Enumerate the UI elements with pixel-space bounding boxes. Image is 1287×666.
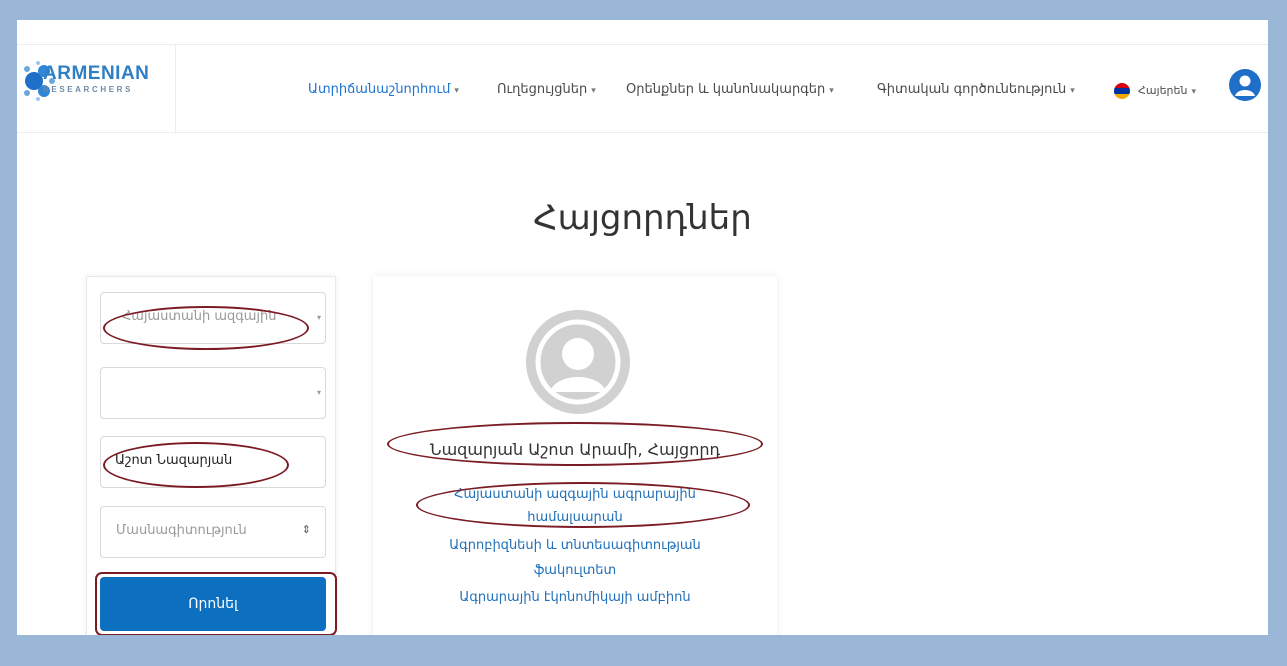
researcher-name[interactable]: Նազարյան Աշոտ Արամի, Հայցորդ (373, 440, 777, 459)
language-selector[interactable]: Հայերեն ▾ (1138, 84, 1196, 97)
search-button[interactable]: Որոնել (100, 577, 326, 631)
name-input-value: Աշոտ Նազարյան (115, 453, 233, 468)
logo-subtext: RESEARCHERS (43, 85, 133, 94)
person-icon (1235, 75, 1255, 96)
nav-item-guides[interactable]: Ուղեցույցներ ▾ (497, 82, 596, 97)
university-select-value: Հայաստանի ազգային (122, 309, 277, 324)
updown-arrows-icon: ⇕ (301, 523, 311, 536)
armenian-flag-icon (1114, 83, 1130, 99)
university-link-cont[interactable]: համալսարան (373, 510, 777, 525)
site-header: ARMENIAN RESEARCHERS Ատրիճանաշնորհում ▾ Ո… (17, 44, 1268, 133)
chevron-down-icon: ▾ (454, 86, 459, 96)
nav-item-accreditation[interactable]: Ատրիճանաշնորհում ▾ (308, 82, 459, 97)
nav-label: Ուղեցույցներ (497, 82, 588, 97)
avatar (526, 310, 630, 414)
chevron-down-icon: ▾ (591, 86, 596, 96)
logo-text: ARMENIAN (43, 63, 150, 84)
nav-item-research[interactable]: Գիտական գործունեություն ▾ (877, 82, 1075, 97)
user-account-icon[interactable] (1229, 69, 1261, 101)
nav-label: Գիտական գործունեություն (877, 82, 1067, 97)
specialty-select[interactable]: Մասնագիտություն ⇕ (100, 506, 326, 558)
person-placeholder-icon (535, 319, 621, 405)
faculty-link-cont[interactable]: ֆակուլտետ (373, 563, 777, 578)
department-link[interactable]: Ագրարային էկոնոմիկայի ամբիոն (373, 590, 777, 605)
dropdown-arrow-icon: ▾ (316, 313, 321, 322)
faculty-select[interactable]: ▾ (100, 367, 326, 419)
dropdown-arrow-icon: ▾ (316, 388, 321, 397)
nav-label: Ատրիճանաշնորհում (308, 82, 451, 97)
specialty-placeholder: Մասնագիտություն (116, 523, 247, 538)
nav-item-laws[interactable]: Օրենքներ և կանոնակարգեր ▾ (626, 82, 834, 97)
language-label: Հայերեն (1138, 84, 1188, 97)
name-search-input[interactable]: Աշոտ Նազարյան (100, 436, 326, 488)
researcher-card: Նազարյան Աշոտ Արամի, Հայցորդ Հայաստանի ա… (373, 276, 777, 635)
university-select[interactable]: Հայաստանի ազգային ▾ (100, 292, 326, 344)
page-title: Հայցորդներ (533, 198, 752, 238)
faculty-link[interactable]: Ագրոբիզնեսի և տնտեսագիտության (373, 538, 777, 553)
site-logo[interactable]: ARMENIAN RESEARCHERS (17, 45, 176, 132)
nav-label: Օրենքներ և կանոնակարգեր (626, 82, 826, 97)
chevron-down-icon: ▾ (829, 86, 834, 96)
chevron-down-icon: ▾ (1191, 87, 1196, 97)
university-link[interactable]: Հայաստանի ազգային ագրարային (373, 487, 777, 502)
browser-viewport: ARMENIAN RESEARCHERS Ատրիճանաշնորհում ▾ Ո… (17, 20, 1268, 635)
chevron-down-icon: ▾ (1070, 86, 1075, 96)
search-filter-panel: Հայաստանի ազգային ▾ ▾ Աշոտ Նազարյան Մասն… (86, 276, 336, 635)
